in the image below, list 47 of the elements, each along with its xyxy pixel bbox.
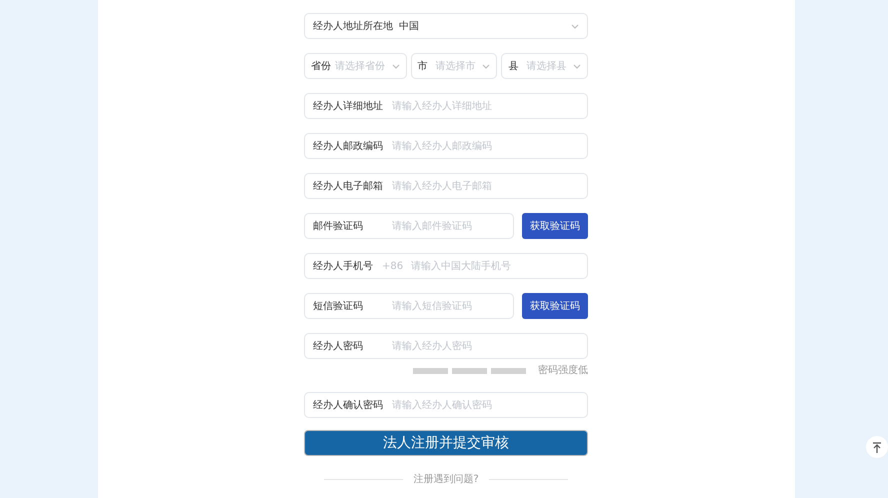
input-field[interactable]: 经办人详细地址 请输入经办人详细地址 [304, 93, 588, 119]
chevron-down-icon [573, 64, 582, 68]
select-field[interactable]: 市 请选择市 [410, 53, 498, 79]
chevron-down-icon [482, 64, 490, 68]
field-label: 邮件验证码 [313, 220, 364, 234]
placeholder-text: 请输入短信验证码 [392, 300, 472, 314]
chevron-down-icon [392, 64, 400, 68]
field-label: 短信验证码 [313, 300, 364, 314]
input-field[interactable]: 经办人电子邮箱 请输入经办人电子邮箱 [304, 173, 588, 199]
placeholder-text: 请输入经办人电子邮箱 [392, 180, 492, 194]
input-field[interactable]: 邮件验证码 请输入邮件验证码 [304, 213, 514, 239]
placeholder-text: 请选择省份 [335, 60, 385, 74]
back-to-top-button[interactable] [866, 436, 888, 458]
input-field[interactable]: 经办人邮政编码 请输入经办人邮政编码 [304, 133, 588, 159]
select-value: 中国 [399, 20, 419, 34]
select-field[interactable]: 县 请选择县 [501, 53, 588, 79]
field-label: 经办人电子邮箱 [313, 180, 384, 194]
get-code-button[interactable]: 获取验证码 [522, 213, 588, 239]
chevron-down-icon [571, 24, 579, 28]
field-label: 市 [418, 60, 428, 74]
placeholder-text: 请输入中国大陆手机号 [411, 260, 512, 274]
field-label: 经办人邮政编码 [313, 140, 384, 154]
placeholder-text: 请输入经办人确认密码 [392, 398, 492, 412]
field-label: 省份 [311, 60, 331, 74]
input-field[interactable]: 经办人密码 请输入经办人密码 [304, 333, 588, 359]
country-code: +86 [382, 260, 404, 274]
field-label: 县 [508, 60, 518, 74]
get-code-button[interactable]: 获取验证码 [522, 293, 588, 319]
field-label: 经办人确认密码 [313, 398, 384, 412]
submit-button[interactable]: 法人注册并提交审核 [304, 430, 588, 456]
field-label: 经办人详细地址 [313, 100, 384, 114]
field-label: 经办人密码 [313, 340, 364, 354]
select-field[interactable]: 经办人地址所在地 中国 [304, 13, 588, 39]
placeholder-text: 请输入经办人详细地址 [392, 100, 492, 114]
placeholder-text: 请输入经办人邮政编码 [392, 140, 492, 154]
field-label: 经办人手机号 [313, 260, 373, 274]
placeholder-text: 请选择县 [526, 60, 566, 74]
field-label: 经办人地址所在地 [313, 20, 393, 34]
select-field[interactable]: 省份 请选择省份 [304, 53, 407, 79]
placeholder-text: 请选择市 [436, 60, 476, 74]
placeholder-text: 请输入邮件验证码 [392, 220, 472, 234]
input-field[interactable]: 经办人确认密码 请输入经办人确认密码 [304, 392, 588, 418]
arrow-up-icon [872, 442, 882, 452]
strength-label: 密码强度低 [538, 364, 588, 378]
input-field[interactable]: 短信验证码 请输入短信验证码 [304, 293, 514, 319]
input-field[interactable]: 经办人手机号 +86 请输入中国大陆手机号 [304, 253, 588, 279]
placeholder-text: 请输入经办人密码 [392, 340, 472, 354]
